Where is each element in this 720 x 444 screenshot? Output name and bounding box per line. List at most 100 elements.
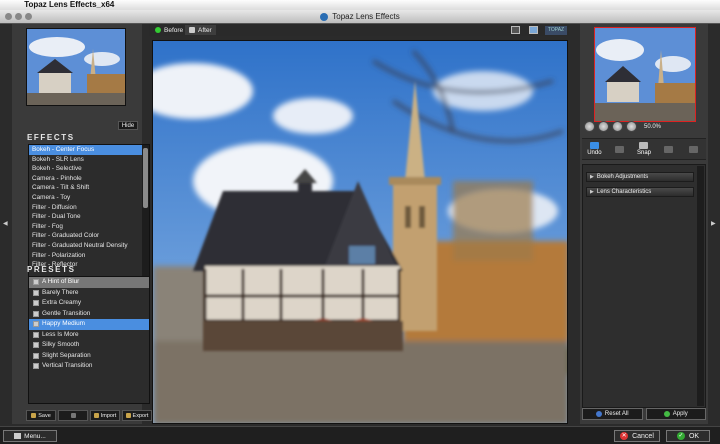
restore-icon xyxy=(689,145,699,153)
preset-label: Extra Creamy xyxy=(42,299,82,306)
ok-button[interactable]: ✓ OK xyxy=(666,430,710,442)
preset-item[interactable]: Slight Separation xyxy=(29,351,149,362)
section-lens-characteristics[interactable]: ▶ Lens Characteristics xyxy=(586,187,694,197)
snap-compare-button[interactable] xyxy=(656,139,681,159)
collapse-left-panel-icon[interactable]: ◀ xyxy=(3,220,8,227)
preset-label: Slight Separation xyxy=(42,351,91,359)
effect-item[interactable]: Filter - Fog xyxy=(29,222,149,232)
effects-title: EFFECTS xyxy=(27,133,75,142)
preset-buttons: Save Import Export xyxy=(26,410,152,421)
single-view-icon[interactable] xyxy=(511,26,520,34)
cancel-icon: ✕ xyxy=(620,432,629,440)
thumbnail-image xyxy=(27,29,125,105)
section-bokeh-adjustments[interactable]: ▶ Bokeh Adjustments xyxy=(586,172,694,182)
hide-button[interactable]: Hide xyxy=(118,121,138,130)
effects-list: Bokeh - Center Focus Bokeh - SLR Lens Boke… xyxy=(28,144,150,283)
preset-item[interactable]: Extra Creamy xyxy=(29,298,149,309)
preset-label: Gentle Transition xyxy=(42,309,91,317)
menu-button[interactable]: Menu... xyxy=(3,430,57,442)
window-title: Topaz Lens Effects xyxy=(332,12,400,21)
preset-icon xyxy=(33,342,39,349)
tab-before[interactable]: Before xyxy=(151,25,187,35)
preset-item[interactable]: Barely There xyxy=(29,288,149,299)
effect-item[interactable]: Bokeh - Center Focus xyxy=(29,145,149,155)
adjustments-scrollbar[interactable] xyxy=(697,166,704,406)
preset-item[interactable]: Vertical Transition xyxy=(29,361,149,372)
system-menubar: Topaz Lens Effects_x64 xyxy=(0,0,720,10)
tab-after[interactable]: After xyxy=(185,25,216,35)
close-window-icon[interactable] xyxy=(5,13,12,20)
presets-title: PRESETS xyxy=(27,265,76,274)
apply-icon xyxy=(663,411,670,417)
preset-icon xyxy=(33,310,39,317)
expand-arrow-icon: ▶ xyxy=(590,189,594,195)
import-preset-button[interactable]: Import xyxy=(90,410,120,421)
import-icon xyxy=(93,413,99,418)
save-preset-button[interactable]: Save xyxy=(26,410,56,421)
image-canvas[interactable] xyxy=(152,40,568,424)
preset-item[interactable]: Less Is More xyxy=(29,330,149,341)
split-view-icon[interactable] xyxy=(529,26,538,34)
snap-restore-button[interactable] xyxy=(681,139,706,159)
preset-icon xyxy=(33,363,39,370)
effect-item[interactable]: Bokeh - SLR Lens xyxy=(29,155,149,165)
preset-icon xyxy=(33,331,39,338)
left-panel: Hide EFFECTS Bokeh - Center Focus Bokeh -… xyxy=(12,24,152,424)
apply-button[interactable]: Apply xyxy=(645,408,706,420)
effect-item[interactable]: Filter - Graduated Color xyxy=(29,231,149,241)
expand-arrow-icon: ▶ xyxy=(590,174,594,180)
redo-button[interactable] xyxy=(607,139,632,159)
preset-label: A Hint of Blur xyxy=(42,278,80,285)
effects-scrollbar[interactable] xyxy=(142,145,149,282)
after-icon xyxy=(189,27,195,33)
snap-button[interactable]: Snap xyxy=(632,139,657,159)
before-icon xyxy=(155,27,161,33)
preset-icon xyxy=(33,321,39,328)
reset-all-button[interactable]: Reset All xyxy=(582,408,643,420)
preview-tabs: Before After xyxy=(149,24,569,36)
effect-item[interactable]: Filter - Dual Tone xyxy=(29,212,149,222)
compare-icon xyxy=(664,145,674,153)
effect-item[interactable]: Bokeh - Selective xyxy=(29,164,149,174)
preset-item[interactable]: Silky Smooth xyxy=(29,340,149,351)
navigator-thumbnail[interactable] xyxy=(594,27,696,122)
adjustments-panel: ▶ Bokeh Adjustments ▶ Lens Characteristics xyxy=(582,164,706,408)
preset-item[interactable]: Happy Medium xyxy=(29,319,149,330)
zoom-level: 50.0% xyxy=(644,123,662,130)
zoom-fit-icon[interactable] xyxy=(584,121,595,132)
effect-item[interactable]: Filter - Graduated Neutral Density xyxy=(29,241,149,251)
undo-button[interactable]: Undo xyxy=(582,139,607,159)
preset-label: Barely There xyxy=(42,288,79,296)
preset-icon xyxy=(33,289,39,296)
preset-label: Silky Smooth xyxy=(42,341,80,348)
menu-icon xyxy=(14,433,22,439)
effect-item[interactable]: Camera - Toy xyxy=(29,193,149,203)
preset-item[interactable]: A Hint of Blur xyxy=(29,277,149,288)
preset-blank-button[interactable] xyxy=(58,410,88,421)
save-icon xyxy=(31,413,37,418)
preset-icon xyxy=(33,352,39,359)
preset-icon xyxy=(33,279,39,286)
footer-bar: Menu... ✕ Cancel ✓ OK xyxy=(0,426,720,444)
history-toolbar: Undo Snap xyxy=(582,138,706,160)
zoom-actual-icon[interactable] xyxy=(626,121,637,132)
adjustment-actions: Reset All Apply xyxy=(582,408,706,420)
export-preset-button[interactable]: Export xyxy=(122,410,152,421)
presets-list: A Hint of Blur Barely There Extra Creamy Ge… xyxy=(28,276,150,404)
effect-item[interactable]: Filter - Diffusion xyxy=(29,203,149,213)
zoom-out-icon[interactable] xyxy=(598,121,609,132)
zoom-in-icon[interactable] xyxy=(612,121,623,132)
effect-item[interactable]: Filter - Polarization xyxy=(29,251,149,261)
preset-item[interactable]: Gentle Transition xyxy=(29,309,149,320)
window-titlebar: Topaz Lens Effects xyxy=(0,10,720,24)
effect-item[interactable]: Camera - Tilt & Shift xyxy=(29,183,149,193)
zoom-window-icon[interactable] xyxy=(25,13,32,20)
effect-item[interactable]: Camera - Pinhole xyxy=(29,174,149,184)
collapse-right-panel-icon[interactable]: ▶ xyxy=(711,220,716,227)
redo-icon xyxy=(614,145,624,153)
export-icon xyxy=(125,413,131,418)
app-menu-name[interactable]: Topaz Lens Effects_x64 xyxy=(24,0,114,9)
minimize-window-icon[interactable] xyxy=(15,13,22,20)
topaz-brand-icon: TOPAZ xyxy=(545,26,567,35)
cancel-button[interactable]: ✕ Cancel xyxy=(614,430,660,442)
